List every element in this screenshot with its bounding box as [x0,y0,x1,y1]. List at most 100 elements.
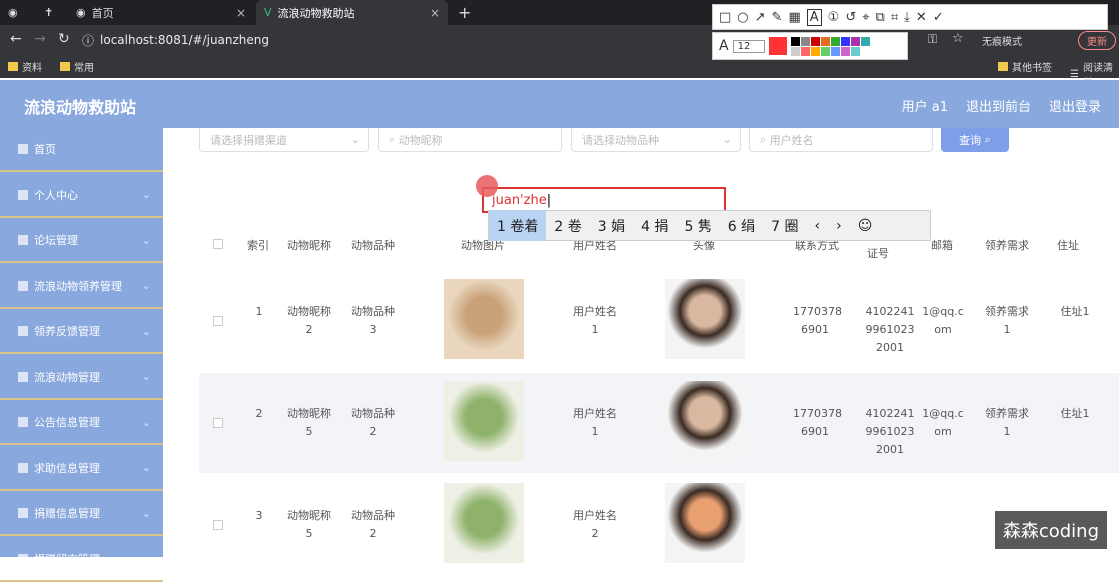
ime-candidate[interactable]: 4 捐 [633,210,676,241]
sidebar-item-label: 捐赠留言管理 [34,551,100,567]
table-row[interactable]: 3动物昵称 5动物品种 2用户姓名 2 [199,475,1119,575]
user-name-input[interactable]: ⌕ 用户姓名 [749,128,933,152]
bookmark-folder[interactable]: 其他书签 [998,59,1052,74]
color-swatch[interactable] [801,37,810,46]
color-swatch[interactable] [801,47,810,56]
search-icon: ⌕ [389,133,399,147]
ime-candidate[interactable]: 3 娟 [590,210,633,241]
chevron-down-icon: ⌄ [351,133,360,146]
folder-icon [60,62,70,71]
tab-app[interactable]: V 流浪动物救助站 × [256,0,448,25]
sidebar-item[interactable]: 捐赠信息管理⌄ [0,492,163,536]
ocr-icon[interactable]: ⌗ [891,10,898,25]
row-checkbox[interactable] [213,520,223,530]
close-icon[interactable]: × [236,6,246,20]
avatar [665,483,745,563]
close-icon[interactable]: ✕ [916,10,927,25]
bookmark-folder[interactable]: 资料 [8,59,42,74]
select-all-checkbox[interactable] [213,239,223,249]
ime-candidate[interactable]: 2 卷 [546,210,589,241]
circle-icon[interactable]: ○ [737,10,748,25]
color-swatch[interactable] [811,47,820,56]
sidebar-item[interactable]: 流浪动物管理⌄ [0,356,163,400]
menu-icon [18,190,28,200]
animal-name-input[interactable]: ⌕ 动物昵称 [378,128,562,152]
rect-icon[interactable]: □ [719,10,731,25]
confirm-icon[interactable]: ✓ [933,10,944,25]
breed-select[interactable]: 请选择动物品种 ⌄ [571,128,741,152]
pen-icon[interactable]: ✎ [772,10,783,25]
chrome-icon[interactable]: ◉ [0,0,30,25]
row-checkbox[interactable] [213,316,223,326]
color-swatch[interactable] [791,37,800,46]
pinned-tab-icon[interactable]: ✝ [36,0,66,25]
color-swatch[interactable] [821,37,830,46]
undo-icon[interactable]: ↺ [845,10,856,25]
color-swatch[interactable] [831,37,840,46]
copy-icon[interactable]: ⧉ [876,10,885,25]
sidebar-item[interactable]: 个人中心⌄ [0,174,163,218]
logout-link[interactable]: 退出登录 [1049,96,1101,115]
ime-candidate[interactable]: 6 绢 [720,210,763,241]
color-swatch[interactable] [821,47,830,56]
arrow-icon[interactable]: ↗ [755,10,766,25]
forward-icon[interactable]: → [34,31,46,47]
color-swatch[interactable] [841,37,850,46]
table-row[interactable]: 1动物昵称 2动物品种 3用户姓名 11770378 69014102241 9… [199,271,1119,371]
next-page-icon[interactable]: › [828,210,850,241]
sidebar-item[interactable]: 首页 [0,128,163,172]
sidebar-item[interactable]: 领养反馈管理⌄ [0,310,163,354]
sidebar-item[interactable]: 流浪动物领养管理⌄ [0,265,163,309]
text-icon[interactable]: A [807,9,822,26]
color-swatch[interactable] [791,47,800,56]
table-cell: 动物昵称 2 [285,303,333,339]
prev-page-icon[interactable]: ‹ [807,210,829,241]
color-swatch[interactable] [811,37,820,46]
star-icon[interactable]: ☆ [952,31,964,46]
reload-icon[interactable]: ↻ [58,31,70,47]
sidebar-item-label: 领养反馈管理 [34,323,100,339]
row-checkbox[interactable] [213,418,223,428]
font-size-select[interactable]: 12 [733,40,766,53]
table-cell: 1770378 6901 [793,303,837,339]
tab-home[interactable]: ◉ 首页 × [68,0,254,25]
ime-candidate-bar: 1 卷着2 卷3 娟4 捐5 隽6 绢7 圈‹›☺ [488,210,931,241]
color-swatch[interactable] [841,47,850,56]
url-field[interactable]: ⓘ localhost:8081/#/juanzheng [82,30,702,50]
query-button[interactable]: 查询 ⌕ [941,128,1009,152]
sidebar-item-label: 流浪动物领养管理 [34,278,122,294]
save-icon[interactable]: ⤓ [904,10,910,25]
number-icon[interactable]: ① [828,10,840,25]
color-swatch[interactable] [831,47,840,56]
current-color[interactable] [769,37,787,55]
table-row[interactable]: 2动物昵称 5动物品种 2用户姓名 11770378 69014102241 9… [199,373,1119,473]
bookmark-folder[interactable]: 常用 [60,59,94,74]
ime-candidate[interactable]: 7 圈 [763,210,806,241]
sidebar-item-label: 首页 [34,141,56,157]
folder-icon [998,62,1008,71]
channel-select[interactable]: 请选择捐赠渠道 ⌄ [199,128,369,152]
sidebar-item[interactable]: 求助信息管理⌄ [0,447,163,491]
color-swatch[interactable] [851,47,860,56]
sidebar-item[interactable]: 公告信息管理⌄ [0,401,163,445]
update-button[interactable]: 更新 [1078,31,1116,50]
incognito-label[interactable]: 无痕模式 [982,33,1022,48]
color-swatch[interactable] [851,37,860,46]
back-icon[interactable]: ← [10,31,22,47]
sidebar-item[interactable]: 论坛管理⌄ [0,219,163,263]
color-swatch[interactable] [861,37,870,46]
emoji-icon[interactable]: ☺ [850,210,881,241]
mosaic-icon[interactable]: ▦ [788,10,800,25]
app-header: 流浪动物救助站 用户 a1 退出到前台 退出登录 [0,80,1119,128]
sidebar-item[interactable]: 捐赠留言管理⌄ [0,538,163,582]
close-icon[interactable]: × [430,6,440,20]
capture-toolbar: □ ○ ↗ ✎ ▦ A ① ↺ ⌖ ⧉ ⌗ ⤓ ✕ ✓ [712,4,1108,30]
color-palette[interactable] [791,37,880,56]
new-tab-button[interactable]: + [450,0,474,25]
ime-candidate[interactable]: 1 卷着 [489,210,546,241]
ime-candidate[interactable]: 5 隽 [676,210,719,241]
color-swatch[interactable] [871,37,880,46]
key-icon[interactable]: ⚿ [928,32,937,47]
back-to-front-link[interactable]: 退出到前台 [966,96,1031,115]
pin-icon[interactable]: ⌖ [862,10,869,25]
